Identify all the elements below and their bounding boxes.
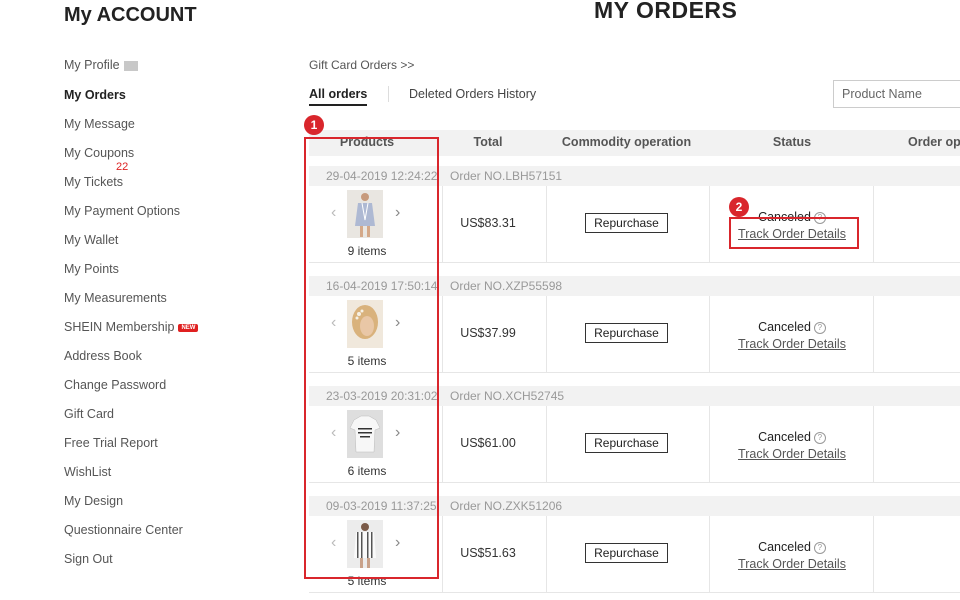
sidebar-item-label: My Coupons xyxy=(64,146,135,160)
page-title: MY ORDERS xyxy=(594,0,738,23)
status-text: Canceled xyxy=(758,540,811,554)
sidebar-item-label: My Wallet xyxy=(64,233,119,247)
sidebar-item-label: Free Trial Report xyxy=(64,436,158,450)
sidebar-item-label: WishList xyxy=(64,465,112,479)
annotation-box-track-order xyxy=(729,217,859,249)
question-mark-icon[interactable]: ? xyxy=(813,322,826,334)
new-badge: NEW xyxy=(178,323,199,332)
column-divider xyxy=(546,406,547,482)
tab-all-orders[interactable]: All orders xyxy=(309,87,368,106)
sidebar-item-sign-out[interactable]: Sign Out xyxy=(64,552,113,566)
sidebar-item-label: SHEIN Membership xyxy=(64,320,175,334)
sidebar-item-wishlist[interactable]: WishList xyxy=(64,465,111,479)
repurchase-button[interactable]: Repurchase xyxy=(585,543,668,563)
sidebar-item-my-message[interactable]: My Message xyxy=(64,117,135,131)
track-order-details-link[interactable]: Track Order Details xyxy=(712,557,872,571)
order-total: US$51.63 xyxy=(460,546,516,560)
breadcrumb-gift-card-orders[interactable]: Gift Card Orders >> xyxy=(309,58,414,72)
annotation-marker: 1 xyxy=(304,115,324,135)
status-text: Canceled xyxy=(758,320,811,334)
sidebar-item-my-orders[interactable]: My Orders xyxy=(64,88,126,102)
sidebar-item-label: Change Password xyxy=(64,378,167,392)
column-divider xyxy=(709,406,710,482)
sidebar-item-my-coupons[interactable]: My Coupons xyxy=(64,146,134,160)
track-order-details-link[interactable]: Track Order Details xyxy=(712,447,872,461)
column-divider xyxy=(873,516,874,592)
sidebar-item-label: My Measurements xyxy=(64,291,167,305)
sidebar-item-questionnaire-center[interactable]: Questionnaire Center xyxy=(64,523,183,537)
column-divider xyxy=(873,296,874,372)
order-number: Order NO.XCH52745 xyxy=(450,389,565,403)
sidebar-item-label: Questionnaire Center xyxy=(64,523,183,537)
sidebar-item-label: My Points xyxy=(64,262,119,276)
annotation-marker: 2 xyxy=(729,197,749,217)
column-header-total: Total xyxy=(473,135,503,149)
repurchase-button[interactable]: Repurchase xyxy=(585,213,668,233)
order-status: Canceled? Track Order Details xyxy=(712,430,872,461)
column-divider xyxy=(709,186,710,262)
repurchase-button[interactable]: Repurchase xyxy=(585,323,668,343)
sidebar-item-free-trial-report[interactable]: Free Trial Report xyxy=(64,436,158,450)
column-divider xyxy=(873,406,874,482)
product-name-search-input[interactable] xyxy=(833,80,960,108)
column-divider xyxy=(546,186,547,262)
order-total: US$83.31 xyxy=(460,216,516,230)
sidebar-item-label: My Tickets xyxy=(64,175,124,189)
column-header-commodity-operation: Commodity operation xyxy=(561,135,692,149)
question-mark-icon[interactable]: ? xyxy=(813,542,826,554)
sidebar-item-address-book[interactable]: Address Book xyxy=(64,349,142,363)
sidebar-item-payment-options[interactable]: My Payment Options xyxy=(64,204,180,218)
sidebar-item-label: My Message xyxy=(64,117,135,131)
sidebar-item-membership[interactable]: SHEIN Membership NEW xyxy=(64,320,199,334)
order-status: Canceled? Track Order Details xyxy=(712,540,872,571)
sidebar-item-label: My Design xyxy=(64,494,124,508)
column-divider xyxy=(709,296,710,372)
image-placeholder-icon xyxy=(123,60,138,71)
order-status: Canceled? Track Order Details xyxy=(712,320,872,351)
annotation-box-products-column xyxy=(304,137,439,579)
sidebar-item-label: My Payment Options xyxy=(64,204,181,218)
tab-deleted-orders-history[interactable]: Deleted Orders History xyxy=(409,87,536,101)
column-divider xyxy=(546,516,547,592)
sidebar-item-label: Address Book xyxy=(64,349,142,363)
sidebar-item-my-points[interactable]: My Points xyxy=(64,262,119,276)
track-order-details-link[interactable]: Track Order Details xyxy=(712,337,872,351)
sidebar-item-change-password[interactable]: Change Password xyxy=(64,378,166,392)
sidebar-item-label: My Profile xyxy=(64,58,120,72)
status-text: Canceled xyxy=(758,430,811,444)
sidebar-item-my-profile[interactable]: My Profile xyxy=(64,58,138,72)
order-total: US$37.99 xyxy=(460,326,516,340)
ticket-count-badge: 22 xyxy=(116,161,129,173)
sidebar-item-gift-card[interactable]: Gift Card xyxy=(64,407,114,421)
column-header-status: Status xyxy=(772,135,812,149)
column-divider xyxy=(873,186,874,262)
order-number: Order NO.ZXK51206 xyxy=(450,499,563,513)
question-mark-icon[interactable]: ? xyxy=(813,432,826,444)
tab-divider xyxy=(388,86,389,102)
column-divider xyxy=(546,296,547,372)
column-divider xyxy=(709,516,710,592)
account-title: My ACCOUNT xyxy=(64,4,197,26)
sidebar-item-label: My Orders xyxy=(64,88,126,102)
order-number: Order NO.LBH57151 xyxy=(450,169,563,183)
order-total: US$61.00 xyxy=(460,436,516,450)
column-header-order-operation: Order op xyxy=(908,135,960,149)
sidebar-item-label: Gift Card xyxy=(64,407,115,421)
repurchase-button[interactable]: Repurchase xyxy=(585,433,668,453)
sidebar-item-my-tickets[interactable]: My Tickets 22 xyxy=(64,161,128,189)
sidebar-item-my-design[interactable]: My Design xyxy=(64,494,123,508)
sidebar-item-label: Sign Out xyxy=(64,552,113,566)
sidebar-item-my-wallet[interactable]: My Wallet xyxy=(64,233,118,247)
order-number: Order NO.XZP55598 xyxy=(450,279,563,293)
sidebar-item-my-measurements[interactable]: My Measurements xyxy=(64,291,167,305)
